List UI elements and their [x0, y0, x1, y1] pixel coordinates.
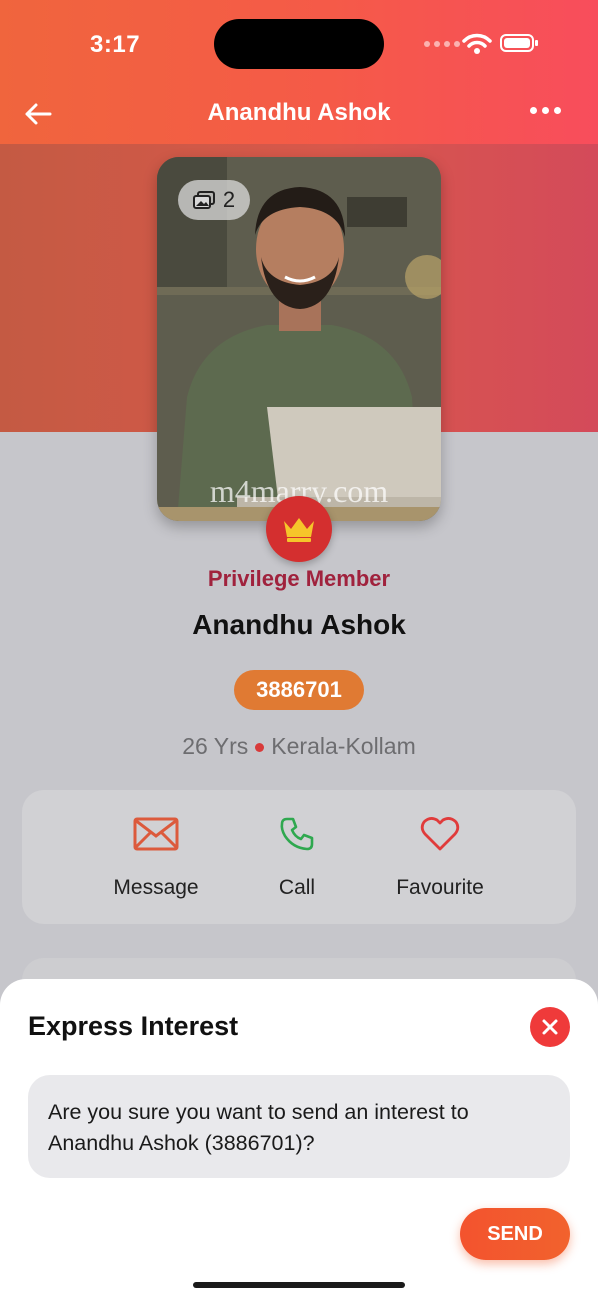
profile-name: Anandhu Ashok	[192, 609, 406, 640]
heart-icon	[420, 817, 460, 851]
photo-count-value: 2	[222, 187, 236, 212]
message-button[interactable]: Message	[81, 810, 231, 900]
cellular-signal-icon	[424, 41, 460, 47]
home-indicator	[193, 1282, 405, 1288]
express-interest-sheet: Express Interest Are you sure you want t…	[0, 979, 598, 1300]
more-options-icon[interactable]	[530, 107, 561, 114]
close-button[interactable]	[530, 1007, 570, 1047]
separator-dot	[255, 743, 265, 753]
favourite-button[interactable]: Favourite	[365, 810, 515, 900]
profile-photo[interactable]: 2 m4marry.com	[157, 157, 441, 521]
crown-icon	[284, 518, 314, 542]
profile-id-badge: 3886701	[234, 670, 364, 710]
confirmation-message: Are you sure you want to send an interes…	[28, 1075, 570, 1178]
send-button[interactable]: SEND	[460, 1208, 570, 1260]
favourite-label: Favourite	[396, 876, 484, 899]
call-button[interactable]: Call	[222, 810, 372, 900]
phone-icon	[280, 817, 314, 851]
wifi-icon	[462, 33, 492, 54]
membership-label: Privilege Member	[207, 566, 391, 591]
profile-location: Kerala-Kollam	[271, 733, 416, 759]
age-location: 26 Yrs Kerala-Kollam	[0, 733, 598, 760]
actions-card: Message Call Favourite	[22, 790, 576, 924]
sheet-title: Express Interest	[28, 1011, 239, 1041]
crown-badge	[266, 496, 332, 562]
profile-age: 26 Yrs	[182, 733, 249, 759]
photos-icon	[192, 191, 215, 209]
message-label: Message	[113, 876, 199, 899]
dynamic-island	[214, 19, 384, 69]
battery-icon	[500, 34, 538, 52]
photo-count-badge[interactable]: 2	[178, 180, 250, 220]
close-icon	[542, 1019, 558, 1035]
nav-title: Anandhu Ashok	[207, 99, 391, 126]
mail-icon	[133, 817, 179, 851]
call-label: Call	[278, 876, 316, 899]
status-time: 3:17	[90, 31, 141, 58]
